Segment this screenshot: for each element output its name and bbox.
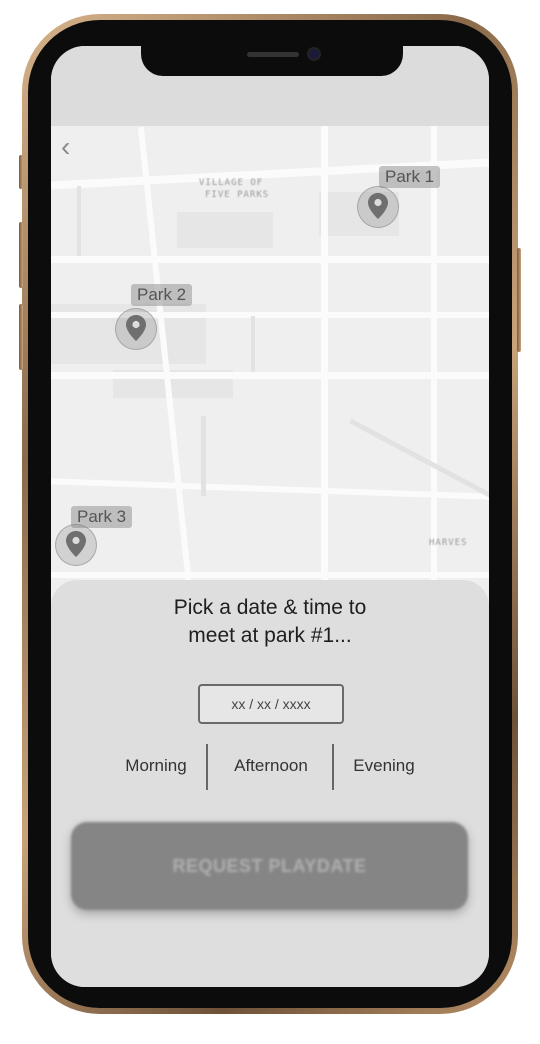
time-option-afternoon[interactable]: Afternoon bbox=[219, 750, 323, 782]
map-area-label: HARVES bbox=[429, 538, 468, 548]
map-area-label: VILLAGE OF bbox=[199, 178, 264, 188]
side-button-volume-up bbox=[19, 222, 23, 288]
location-pin-icon bbox=[126, 315, 146, 341]
screen: VILLAGE OF FIVE PARKS HARVES ‹ Park 1 Pa… bbox=[51, 46, 489, 987]
park-pin-3[interactable] bbox=[55, 524, 97, 566]
map-road bbox=[321, 126, 328, 606]
status-bar bbox=[51, 46, 489, 126]
front-camera bbox=[309, 49, 319, 59]
speaker bbox=[247, 52, 299, 57]
park-pin-1[interactable] bbox=[357, 186, 399, 228]
map-road bbox=[137, 127, 195, 605]
location-pin-icon bbox=[368, 193, 388, 219]
booking-sheet: Pick a date & time to meet at park #1...… bbox=[51, 580, 489, 987]
time-divider bbox=[206, 744, 208, 790]
map-block bbox=[177, 212, 273, 248]
request-playdate-button[interactable]: REQUEST PLAYDATE bbox=[71, 822, 468, 910]
side-button-mute bbox=[19, 155, 23, 189]
map-view[interactable]: VILLAGE OF FIVE PARKS HARVES ‹ Park 1 Pa… bbox=[51, 126, 489, 606]
location-pin-icon bbox=[66, 531, 86, 557]
map-road bbox=[201, 416, 206, 496]
map-road bbox=[349, 418, 489, 499]
notch bbox=[141, 46, 403, 76]
map-road bbox=[431, 126, 437, 606]
park-label-2: Park 2 bbox=[131, 284, 193, 306]
heading-line-2: meet at park #1... bbox=[188, 624, 352, 647]
map-area-label: FIVE PARKS bbox=[205, 190, 270, 200]
back-icon[interactable]: ‹ bbox=[61, 132, 85, 162]
heading-line-1: Pick a date & time to bbox=[173, 596, 367, 619]
map-road bbox=[51, 256, 489, 263]
side-button-volume-down bbox=[19, 304, 23, 370]
map-road bbox=[51, 312, 489, 318]
park-label-1: Park 1 bbox=[379, 166, 441, 188]
park-pin-2[interactable] bbox=[115, 308, 157, 350]
map-road bbox=[51, 478, 489, 500]
map-road bbox=[77, 186, 81, 256]
time-divider bbox=[332, 744, 334, 790]
time-option-evening[interactable]: Evening bbox=[341, 750, 427, 782]
sheet-heading: Pick a date & time to meet at park #1... bbox=[51, 594, 489, 650]
time-option-morning[interactable]: Morning bbox=[113, 750, 199, 782]
date-input[interactable]: xx / xx / xxxx bbox=[198, 684, 344, 724]
map-road bbox=[51, 572, 489, 578]
map-road bbox=[251, 316, 255, 372]
side-button-power bbox=[517, 248, 521, 352]
map-road bbox=[51, 372, 489, 379]
